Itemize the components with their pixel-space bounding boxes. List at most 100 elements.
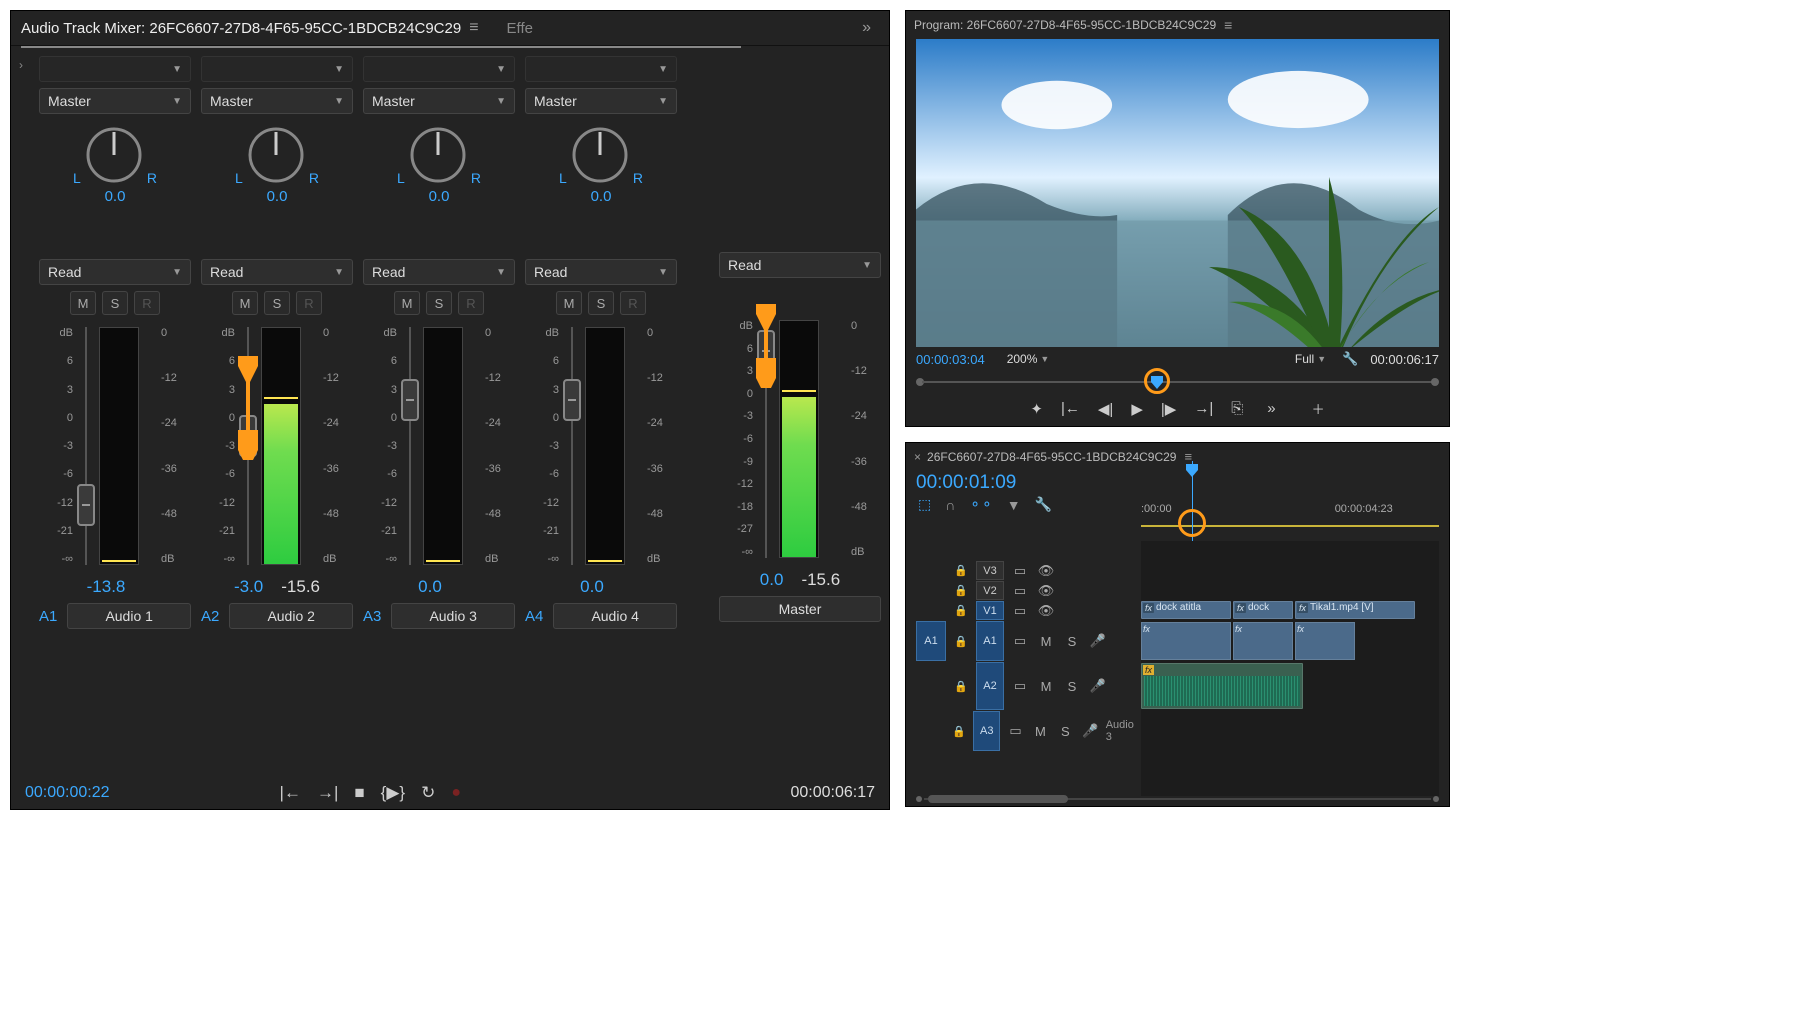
button-editor-icon[interactable]: ＋ (1312, 399, 1325, 418)
next-tab-peek[interactable]: Effe (507, 20, 533, 37)
fader-track[interactable] (565, 327, 579, 565)
track-id-toggle[interactable]: V2 (976, 581, 1004, 600)
scroll-thumb[interactable] (928, 795, 1068, 803)
pan-dial[interactable] (83, 124, 145, 186)
send-assignment-dropdown[interactable]: ▼ (363, 56, 515, 82)
track-id-toggle[interactable]: V1 (976, 601, 1004, 620)
mute-icon[interactable]: M (1036, 679, 1056, 694)
voice-over-icon[interactable]: 🎤 (1088, 678, 1108, 694)
solo-button[interactable]: S (588, 291, 614, 315)
go-to-out-icon[interactable]: →| (1194, 400, 1213, 417)
linked-selection-icon[interactable]: ⚬⚬ (969, 496, 992, 513)
output-assignment-dropdown[interactable]: Master▼ (363, 88, 515, 114)
volume-value[interactable]: 0.0 (760, 570, 784, 590)
program-preview[interactable] (916, 39, 1439, 347)
voice-over-icon[interactable]: 🎤 (1081, 723, 1100, 739)
timeline-ruler[interactable]: :00:0000:00:04:23 (1141, 499, 1439, 537)
marker-icon[interactable]: ▼ (1007, 497, 1021, 513)
pan-dial[interactable] (569, 124, 631, 186)
track-id-toggle[interactable]: A3 (973, 711, 1000, 751)
loop-icon[interactable]: ↻ (421, 783, 435, 803)
lock-icon[interactable]: 🔒 (952, 604, 970, 617)
solo-button[interactable]: S (264, 291, 290, 315)
add-marker-icon[interactable]: ✦ (1030, 400, 1043, 418)
record-enable-button[interactable]: R (296, 291, 322, 315)
solo-button[interactable]: S (426, 291, 452, 315)
audio-clip[interactable] (1295, 622, 1355, 660)
video-clip[interactable]: dock atitla (1141, 601, 1231, 619)
toggle-track-output-icon[interactable]: ▭ (1010, 563, 1030, 579)
program-timecode-right[interactable]: 00:00:06:17 (1370, 352, 1439, 367)
channel-name-master[interactable]: Master (719, 596, 881, 622)
automation-mode-dropdown[interactable]: Read▼ (363, 259, 515, 285)
eye-icon[interactable]: 👁 (1036, 583, 1056, 599)
pan-knob[interactable]: L R 0.0 (397, 120, 481, 209)
toggle-track-output-icon[interactable]: ▭ (1010, 603, 1030, 619)
channel-name[interactable]: Audio 1 (67, 603, 191, 629)
source-patch[interactable]: A1 (916, 621, 946, 661)
track-id-toggle[interactable]: V3 (976, 561, 1004, 580)
nest-toggle-icon[interactable]: ⬚ (918, 496, 931, 513)
fader-handle[interactable] (401, 379, 419, 421)
solo-icon[interactable]: S (1056, 724, 1075, 739)
mute-icon[interactable]: M (1031, 724, 1050, 739)
send-assignment-dropdown[interactable]: ▼ (201, 56, 353, 82)
track-id-toggle[interactable]: A2 (976, 662, 1004, 710)
volume-value[interactable]: 0.0 (418, 577, 442, 597)
track-id-toggle[interactable]: A1 (976, 621, 1004, 661)
effects-collapse-strip[interactable]: › (15, 56, 33, 771)
audio-clip[interactable] (1233, 622, 1293, 660)
mute-icon[interactable]: M (1036, 634, 1056, 649)
audio-clip[interactable] (1141, 663, 1303, 709)
track-content[interactable]: dock atitladockTikal1.mp4 [V] (1141, 541, 1439, 796)
panel-menu-icon[interactable]: ≡ (1216, 17, 1240, 33)
solo-icon[interactable]: S (1062, 679, 1082, 694)
pan-value[interactable]: 0.0 (429, 188, 450, 205)
mute-button[interactable]: M (394, 291, 420, 315)
toggle-track-output-icon[interactable]: ▭ (1010, 583, 1030, 599)
volume-value[interactable]: -3.0 (234, 577, 263, 597)
timeline-timecode[interactable]: 00:00:01:09 (906, 470, 1449, 496)
lock-icon[interactable]: 🔒 (952, 564, 970, 577)
timecode-in[interactable]: 00:00:00:22 (25, 784, 110, 802)
mute-button[interactable]: M (556, 291, 582, 315)
step-forward-icon[interactable]: |▶ (1161, 400, 1176, 418)
pan-value[interactable]: 0.0 (105, 188, 126, 205)
program-playhead-marker[interactable] (1148, 373, 1166, 391)
scroll-zoom-in-handle[interactable] (1433, 796, 1439, 802)
pan-knob[interactable]: L R 0.0 (559, 120, 643, 209)
play-in-to-out-icon[interactable]: {▶} (381, 783, 405, 803)
go-to-in-icon[interactable]: |← (280, 783, 301, 803)
voice-over-icon[interactable]: 🎤 (1088, 633, 1108, 649)
record-enable-button[interactable]: R (620, 291, 646, 315)
eye-icon[interactable]: 👁 (1036, 563, 1056, 579)
quality-dropdown[interactable]: Full▼ (1291, 352, 1330, 366)
fader-handle-master[interactable] (757, 330, 775, 372)
mute-button[interactable]: M (70, 291, 96, 315)
timecode-out[interactable]: 00:00:06:17 (790, 784, 875, 802)
fader-handle[interactable] (239, 415, 257, 457)
record-icon[interactable]: ● (451, 784, 461, 802)
mute-button[interactable]: M (232, 291, 258, 315)
send-assignment-dropdown[interactable]: ▼ (39, 56, 191, 82)
record-enable-button[interactable]: R (458, 291, 484, 315)
go-to-out-icon[interactable]: →| (317, 783, 338, 803)
fader-track[interactable] (759, 320, 773, 558)
zoom-dropdown[interactable]: 200%▼ (1003, 352, 1054, 366)
record-enable-button[interactable]: R (134, 291, 160, 315)
automation-mode-dropdown[interactable]: Read▼ (201, 259, 353, 285)
scrub-out-handle[interactable] (1431, 378, 1439, 386)
pan-knob[interactable]: L R 0.0 (235, 120, 319, 209)
volume-value[interactable]: -13.8 (87, 577, 126, 597)
toggle-track-output-icon[interactable]: ▭ (1010, 633, 1030, 649)
go-to-in-icon[interactable]: |← (1061, 400, 1080, 417)
play-icon[interactable]: ▶ (1131, 400, 1143, 418)
timeline-h-scrollbar[interactable] (916, 794, 1439, 804)
fader-handle[interactable] (77, 484, 95, 526)
toggle-track-output-icon[interactable]: ▭ (1010, 678, 1030, 694)
pan-knob[interactable]: L R 0.0 (73, 120, 157, 209)
timeline-playhead-marker[interactable] (1183, 461, 1201, 479)
settings-wrench-icon[interactable]: 🔧 (1336, 351, 1364, 367)
channel-name[interactable]: Audio 2 (229, 603, 353, 629)
fader-track[interactable] (79, 327, 93, 565)
